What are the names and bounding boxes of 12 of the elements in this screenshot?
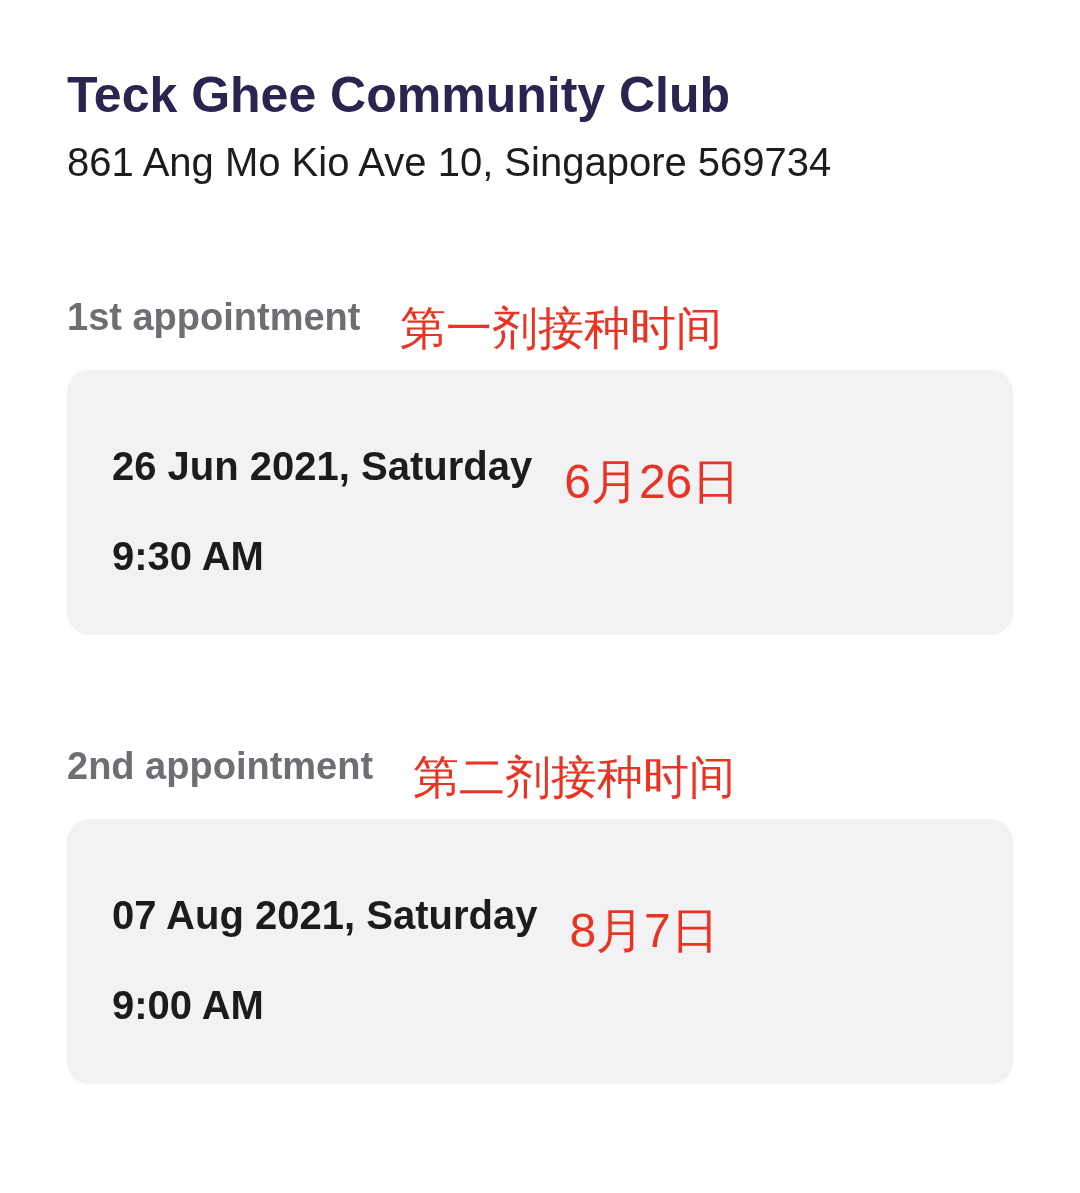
- venue-name: Teck Ghee Community Club: [67, 66, 732, 125]
- annotation-text: 第二剂接种时间: [413, 750, 736, 805]
- appointment-time: 9:30 AM: [112, 533, 265, 580]
- annotation-text: 8月7日: [569, 903, 719, 959]
- appointment-date: 07 Aug 2021, Saturday: [112, 892, 538, 939]
- venue-address: 861 Ang Mo Kio Ave 10, Singapore 569734: [67, 139, 833, 186]
- annotation-text: 6月26日: [564, 454, 741, 510]
- appointment-time: 9:00 AM: [112, 982, 265, 1029]
- appointment-date: 26 Jun 2021, Saturday: [112, 443, 533, 490]
- annotation-text: 第一剂接种时间: [400, 301, 723, 356]
- appointment-label: 2nd appointment: [67, 744, 374, 789]
- appointment-label: 1st appointment: [67, 295, 361, 340]
